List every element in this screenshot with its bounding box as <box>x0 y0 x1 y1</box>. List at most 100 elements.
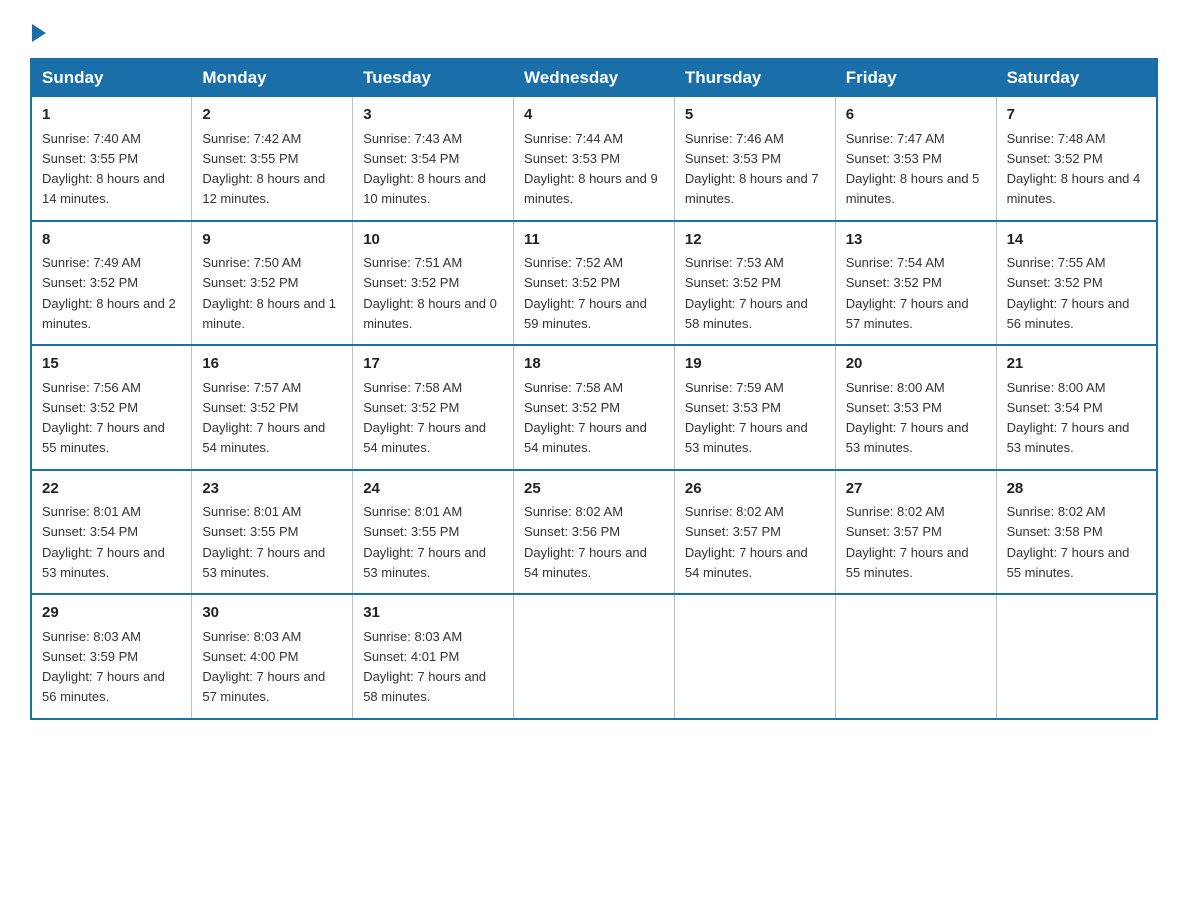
logo <box>30 20 46 40</box>
page-header <box>30 20 1158 40</box>
calendar-cell: 14 Sunrise: 7:55 AMSunset: 3:52 PMDaylig… <box>996 221 1157 346</box>
day-number: 20 <box>846 353 986 376</box>
calendar-cell: 16 Sunrise: 7:57 AMSunset: 3:52 PMDaylig… <box>192 345 353 470</box>
day-number: 17 <box>363 353 503 376</box>
calendar-week-1: 1 Sunrise: 7:40 AMSunset: 3:55 PMDayligh… <box>31 97 1157 221</box>
calendar-cell: 21 Sunrise: 8:00 AMSunset: 3:54 PMDaylig… <box>996 345 1157 470</box>
day-number: 3 <box>363 104 503 127</box>
calendar-cell: 8 Sunrise: 7:49 AMSunset: 3:52 PMDayligh… <box>31 221 192 346</box>
calendar-cell: 6 Sunrise: 7:47 AMSunset: 3:53 PMDayligh… <box>835 97 996 221</box>
calendar-cell: 23 Sunrise: 8:01 AMSunset: 3:55 PMDaylig… <box>192 470 353 595</box>
day-number: 7 <box>1007 104 1146 127</box>
column-header-saturday: Saturday <box>996 59 1157 97</box>
calendar-cell: 3 Sunrise: 7:43 AMSunset: 3:54 PMDayligh… <box>353 97 514 221</box>
calendar-cell <box>674 594 835 719</box>
day-number: 22 <box>42 478 181 501</box>
day-info: Sunrise: 8:01 AMSunset: 3:54 PMDaylight:… <box>42 504 165 580</box>
calendar-cell: 22 Sunrise: 8:01 AMSunset: 3:54 PMDaylig… <box>31 470 192 595</box>
day-number: 4 <box>524 104 664 127</box>
calendar-cell: 7 Sunrise: 7:48 AMSunset: 3:52 PMDayligh… <box>996 97 1157 221</box>
day-info: Sunrise: 7:57 AMSunset: 3:52 PMDaylight:… <box>202 380 325 456</box>
day-number: 10 <box>363 229 503 252</box>
calendar-cell <box>514 594 675 719</box>
day-number: 15 <box>42 353 181 376</box>
day-number: 18 <box>524 353 664 376</box>
day-info: Sunrise: 7:47 AMSunset: 3:53 PMDaylight:… <box>846 131 980 207</box>
column-header-friday: Friday <box>835 59 996 97</box>
day-number: 31 <box>363 602 503 625</box>
calendar-cell: 15 Sunrise: 7:56 AMSunset: 3:52 PMDaylig… <box>31 345 192 470</box>
day-info: Sunrise: 8:02 AMSunset: 3:58 PMDaylight:… <box>1007 504 1130 580</box>
day-number: 29 <box>42 602 181 625</box>
calendar-header-row: SundayMondayTuesdayWednesdayThursdayFrid… <box>31 59 1157 97</box>
day-info: Sunrise: 7:55 AMSunset: 3:52 PMDaylight:… <box>1007 255 1130 331</box>
calendar-week-2: 8 Sunrise: 7:49 AMSunset: 3:52 PMDayligh… <box>31 221 1157 346</box>
calendar-cell: 26 Sunrise: 8:02 AMSunset: 3:57 PMDaylig… <box>674 470 835 595</box>
day-number: 14 <box>1007 229 1146 252</box>
logo-triangle-icon <box>32 24 46 42</box>
day-number: 27 <box>846 478 986 501</box>
calendar-cell <box>835 594 996 719</box>
day-number: 16 <box>202 353 342 376</box>
day-number: 30 <box>202 602 342 625</box>
calendar-cell: 13 Sunrise: 7:54 AMSunset: 3:52 PMDaylig… <box>835 221 996 346</box>
calendar-cell: 25 Sunrise: 8:02 AMSunset: 3:56 PMDaylig… <box>514 470 675 595</box>
calendar-cell: 18 Sunrise: 7:58 AMSunset: 3:52 PMDaylig… <box>514 345 675 470</box>
calendar-cell: 12 Sunrise: 7:53 AMSunset: 3:52 PMDaylig… <box>674 221 835 346</box>
day-number: 5 <box>685 104 825 127</box>
day-info: Sunrise: 7:49 AMSunset: 3:52 PMDaylight:… <box>42 255 176 331</box>
calendar-cell: 10 Sunrise: 7:51 AMSunset: 3:52 PMDaylig… <box>353 221 514 346</box>
calendar-week-5: 29 Sunrise: 8:03 AMSunset: 3:59 PMDaylig… <box>31 594 1157 719</box>
day-number: 26 <box>685 478 825 501</box>
calendar-cell: 29 Sunrise: 8:03 AMSunset: 3:59 PMDaylig… <box>31 594 192 719</box>
calendar-week-4: 22 Sunrise: 8:01 AMSunset: 3:54 PMDaylig… <box>31 470 1157 595</box>
day-info: Sunrise: 8:02 AMSunset: 3:56 PMDaylight:… <box>524 504 647 580</box>
calendar-week-3: 15 Sunrise: 7:56 AMSunset: 3:52 PMDaylig… <box>31 345 1157 470</box>
column-header-wednesday: Wednesday <box>514 59 675 97</box>
day-number: 28 <box>1007 478 1146 501</box>
calendar-cell: 28 Sunrise: 8:02 AMSunset: 3:58 PMDaylig… <box>996 470 1157 595</box>
day-info: Sunrise: 8:02 AMSunset: 3:57 PMDaylight:… <box>846 504 969 580</box>
calendar-cell: 31 Sunrise: 8:03 AMSunset: 4:01 PMDaylig… <box>353 594 514 719</box>
day-info: Sunrise: 7:51 AMSunset: 3:52 PMDaylight:… <box>363 255 497 331</box>
day-number: 2 <box>202 104 342 127</box>
day-info: Sunrise: 7:56 AMSunset: 3:52 PMDaylight:… <box>42 380 165 456</box>
calendar-cell: 19 Sunrise: 7:59 AMSunset: 3:53 PMDaylig… <box>674 345 835 470</box>
day-info: Sunrise: 7:58 AMSunset: 3:52 PMDaylight:… <box>363 380 486 456</box>
calendar-cell: 1 Sunrise: 7:40 AMSunset: 3:55 PMDayligh… <box>31 97 192 221</box>
day-info: Sunrise: 7:43 AMSunset: 3:54 PMDaylight:… <box>363 131 486 207</box>
column-header-tuesday: Tuesday <box>353 59 514 97</box>
calendar-table: SundayMondayTuesdayWednesdayThursdayFrid… <box>30 58 1158 720</box>
day-info: Sunrise: 7:54 AMSunset: 3:52 PMDaylight:… <box>846 255 969 331</box>
day-info: Sunrise: 7:59 AMSunset: 3:53 PMDaylight:… <box>685 380 808 456</box>
day-number: 6 <box>846 104 986 127</box>
column-header-thursday: Thursday <box>674 59 835 97</box>
day-number: 13 <box>846 229 986 252</box>
calendar-cell: 17 Sunrise: 7:58 AMSunset: 3:52 PMDaylig… <box>353 345 514 470</box>
day-number: 21 <box>1007 353 1146 376</box>
day-info: Sunrise: 7:42 AMSunset: 3:55 PMDaylight:… <box>202 131 325 207</box>
day-number: 24 <box>363 478 503 501</box>
day-info: Sunrise: 8:01 AMSunset: 3:55 PMDaylight:… <box>363 504 486 580</box>
day-info: Sunrise: 7:44 AMSunset: 3:53 PMDaylight:… <box>524 131 658 207</box>
day-number: 9 <box>202 229 342 252</box>
day-number: 1 <box>42 104 181 127</box>
day-info: Sunrise: 7:58 AMSunset: 3:52 PMDaylight:… <box>524 380 647 456</box>
day-info: Sunrise: 8:00 AMSunset: 3:54 PMDaylight:… <box>1007 380 1130 456</box>
day-info: Sunrise: 7:52 AMSunset: 3:52 PMDaylight:… <box>524 255 647 331</box>
column-header-monday: Monday <box>192 59 353 97</box>
day-info: Sunrise: 8:03 AMSunset: 3:59 PMDaylight:… <box>42 629 165 705</box>
calendar-cell: 20 Sunrise: 8:00 AMSunset: 3:53 PMDaylig… <box>835 345 996 470</box>
day-number: 8 <box>42 229 181 252</box>
day-info: Sunrise: 7:50 AMSunset: 3:52 PMDaylight:… <box>202 255 336 331</box>
day-info: Sunrise: 8:00 AMSunset: 3:53 PMDaylight:… <box>846 380 969 456</box>
calendar-cell: 30 Sunrise: 8:03 AMSunset: 4:00 PMDaylig… <box>192 594 353 719</box>
day-info: Sunrise: 7:48 AMSunset: 3:52 PMDaylight:… <box>1007 131 1141 207</box>
day-info: Sunrise: 7:53 AMSunset: 3:52 PMDaylight:… <box>685 255 808 331</box>
day-number: 19 <box>685 353 825 376</box>
calendar-cell: 11 Sunrise: 7:52 AMSunset: 3:52 PMDaylig… <box>514 221 675 346</box>
column-header-sunday: Sunday <box>31 59 192 97</box>
day-info: Sunrise: 7:40 AMSunset: 3:55 PMDaylight:… <box>42 131 165 207</box>
day-info: Sunrise: 8:03 AMSunset: 4:01 PMDaylight:… <box>363 629 486 705</box>
day-info: Sunrise: 8:02 AMSunset: 3:57 PMDaylight:… <box>685 504 808 580</box>
